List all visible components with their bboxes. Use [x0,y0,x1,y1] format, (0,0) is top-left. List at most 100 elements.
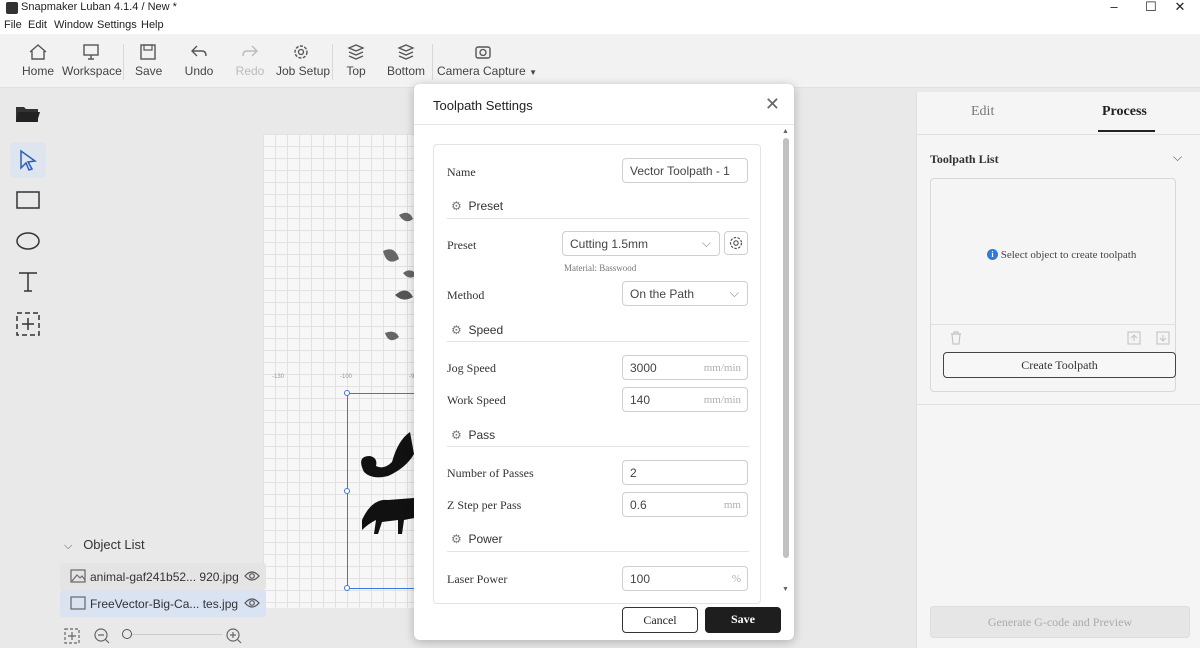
layers-bottom-icon [397,44,415,60]
home-button[interactable]: Home [22,42,54,78]
workspace-icon [83,44,99,60]
preset-label: Preset [447,238,477,252]
workspace-button[interactable]: Workspace [62,42,122,78]
menu-window[interactable]: Window [54,19,93,31]
scroll-up-icon[interactable]: ▲ [782,128,789,135]
gear-icon [729,236,743,250]
fit-view-icon[interactable] [64,628,80,644]
z-step-label: Z Step per Pass [447,498,522,512]
name-label: Name [447,165,476,179]
gear-icon: ⚙ [451,323,462,337]
move-up-icon[interactable] [1127,331,1141,345]
menu-help[interactable]: Help [141,19,164,31]
chevron-down-icon: ▼ [529,68,537,77]
zoom-out-icon[interactable] [94,628,110,644]
chevron-down-icon[interactable]: ⌵ [1173,150,1182,165]
folder-icon [16,107,40,122]
resize-handle[interactable] [344,488,350,494]
gear-icon: ⚙ [451,199,462,213]
cursor-icon [20,149,37,171]
bottom-button[interactable]: Bottom [386,42,426,78]
preset-select[interactable]: Cutting 1.5mm ⌵ [562,231,720,256]
tab-process[interactable]: Process [1102,104,1147,120]
zoom-slider-track[interactable] [132,634,222,635]
pass-section-title: Pass [468,428,496,442]
minimize-button[interactable]: – [1094,0,1134,16]
undo-icon [191,45,207,57]
main-toolbar: Home Workspace Save Undo Redo Job Setup … [0,34,1200,88]
home-icon [29,44,47,60]
insert-frame-icon [16,312,40,336]
ellipse-icon [16,232,40,250]
object-list-panel: ⌵ Object List animal-gaf241b52... 920.jp… [58,535,268,620]
image-icon [70,569,86,583]
app-logo-icon [6,2,18,14]
cat-image [361,432,414,534]
chevron-down-icon: ⌵ [701,236,711,250]
move-down-icon[interactable] [1156,331,1170,345]
preset-section-title: Preset [468,199,504,213]
insert-tool-button[interactable] [10,306,46,342]
menu-settings[interactable]: Settings [97,19,137,31]
z-step-input[interactable]: 0.6 mm [622,492,748,517]
method-label: Method [447,288,485,302]
generate-gcode-button[interactable]: Generate G-code and Preview [930,606,1190,638]
menu-file[interactable]: File [4,19,22,31]
info-icon: i [987,249,998,260]
redo-icon [242,45,258,57]
object-list-item[interactable]: FreeVector-Big-Ca... tes.jpg [60,590,266,617]
layers-top-icon [347,44,365,60]
select-tool-button[interactable] [10,142,46,178]
preset-settings-button[interactable] [724,231,748,255]
close-icon[interactable]: ✕ [765,94,780,115]
passes-label: Number of Passes [447,466,534,480]
vector-frame-icon [70,596,86,610]
material-label: Material: Basswood [564,263,637,273]
ellipse-tool-button[interactable] [10,223,46,259]
jog-speed-label: Jog Speed [447,361,496,375]
toolpath-name-input[interactable]: Vector Toolpath - 1 [622,158,748,183]
menu-edit[interactable]: Edit [28,19,47,31]
open-file-button[interactable] [10,96,46,132]
save-toolbar-button[interactable]: Save [135,42,162,78]
tab-edit[interactable]: Edit [971,104,994,120]
work-speed-input[interactable]: 140 mm/min [622,387,748,412]
delete-icon[interactable] [949,331,963,345]
jog-speed-input[interactable]: 3000 mm/min [622,355,748,380]
title-bar: Snapmaker Luban 4.1.4 / New * – ☐ ✕ [0,0,1200,16]
ruler-tick: -130 [272,374,285,380]
toolpath-settings-dialog: Toolpath Settings ✕ Name Vector Toolpath… [414,84,794,640]
zoom-in-icon[interactable] [226,628,242,644]
cancel-button[interactable]: Cancel [622,607,698,633]
close-window-button[interactable]: ✕ [1160,0,1200,16]
scroll-down-icon[interactable]: ▼ [782,586,789,593]
scrollbar-thumb[interactable] [783,138,789,558]
save-button[interactable]: Save [705,607,781,633]
dialog-scrollbar[interactable]: ▲ ▼ [782,128,790,598]
rectangle-icon [16,191,40,209]
resize-handle[interactable] [344,390,350,396]
job-setup-button[interactable]: Job Setup [276,42,330,78]
zoom-slider-knob[interactable] [122,629,132,639]
rectangle-tool-button[interactable] [10,182,46,218]
gear-icon [294,45,308,59]
camera-capture-button[interactable]: Camera Capture ▼ [437,42,537,78]
undo-button[interactable]: Undo [184,42,214,78]
chevron-down-icon[interactable]: ⌵ [64,540,72,552]
object-list-item[interactable]: animal-gaf241b52... 920.jpg [60,563,266,590]
toolpath-hint: Select object to create toolpath [1000,249,1137,261]
method-select[interactable]: On the Path ⌵ [622,281,748,306]
redo-button[interactable]: Redo [235,42,265,78]
gear-icon: ⚙ [451,428,462,442]
top-button[interactable]: Top [344,42,368,78]
object-name: FreeVector-Big-Ca... tes.jpg [90,597,239,611]
passes-input[interactable]: 2 [622,460,748,485]
text-tool-button[interactable] [10,264,46,300]
eye-icon[interactable] [244,570,260,582]
resize-handle[interactable] [344,585,350,591]
eye-icon[interactable] [244,597,260,609]
laser-power-input[interactable]: 100% [622,566,748,591]
zoom-bar [60,624,250,646]
camera-icon [475,46,491,59]
create-toolpath-button[interactable]: Create Toolpath [943,352,1176,378]
